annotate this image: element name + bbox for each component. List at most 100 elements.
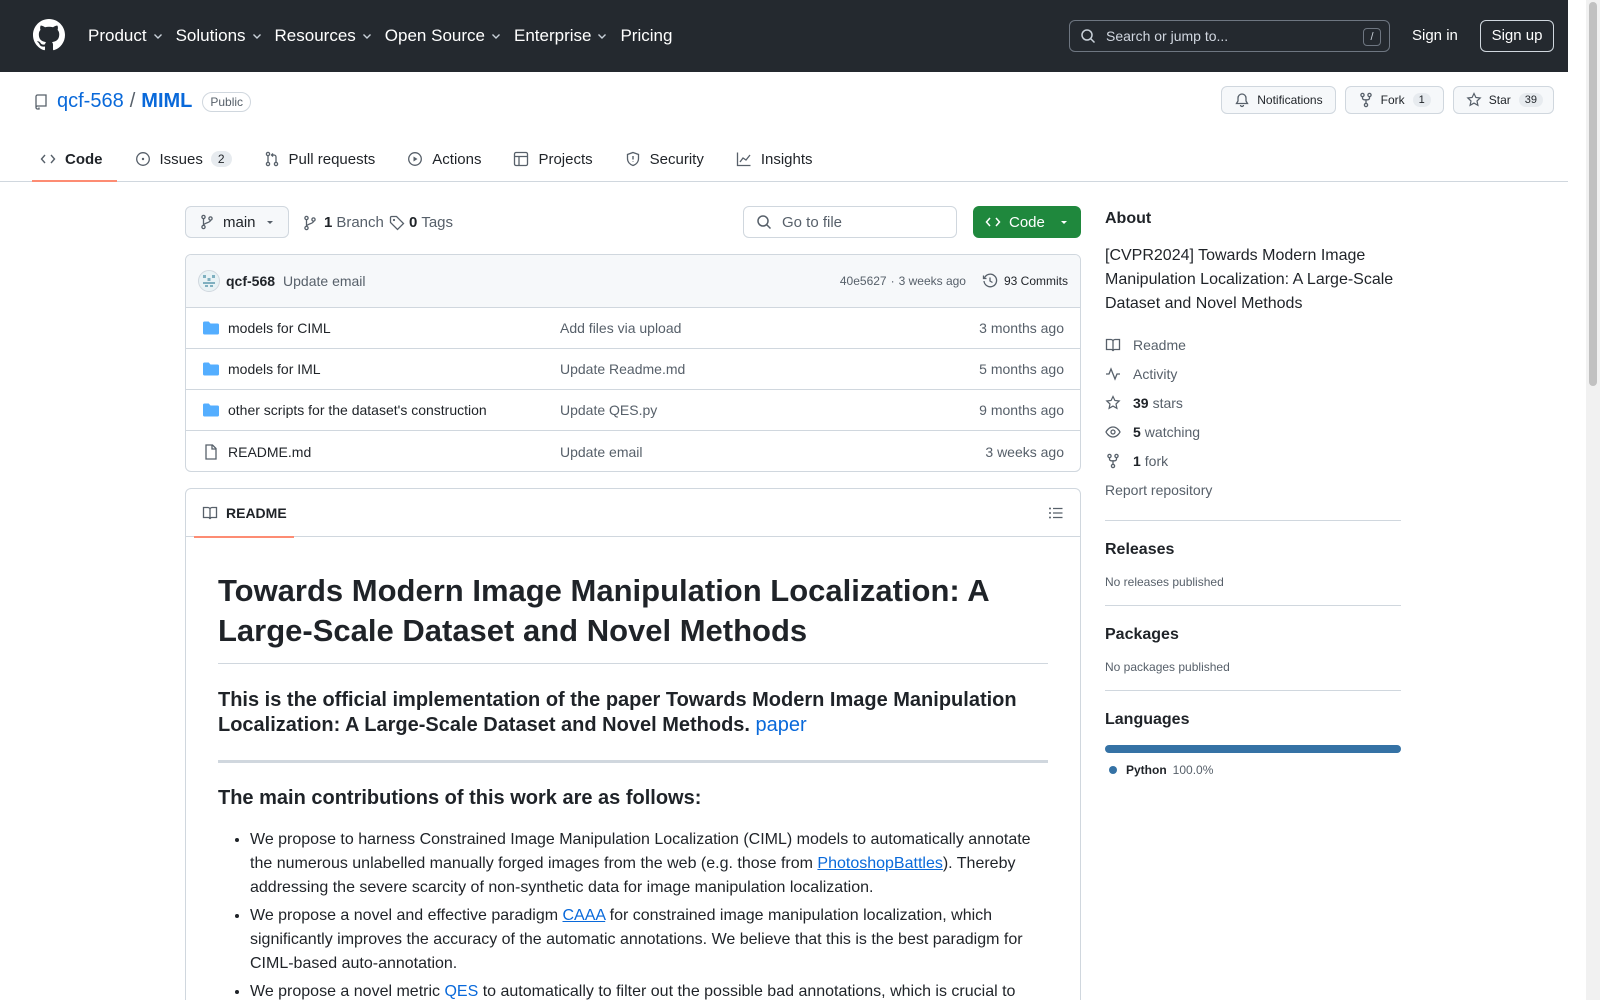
list-item: We propose to harness Constrained Image … (250, 828, 1048, 900)
sign-in-link[interactable]: Sign in (1412, 27, 1458, 44)
list-unordered-icon (1049, 507, 1063, 519)
search-icon (757, 215, 772, 230)
readme-subheading: This is the official implementation of t… (218, 688, 1048, 763)
branch-selector[interactable]: main (185, 206, 289, 238)
commits-history-link[interactable]: 93 Commits (982, 273, 1068, 289)
file-commit-message-link[interactable]: Update QES.py (560, 402, 979, 418)
github-logo-icon[interactable] (33, 19, 65, 51)
file-name-link[interactable]: models for IML (228, 361, 560, 377)
tab-issues[interactable]: Issues 2 (127, 136, 246, 182)
table-of-contents-button[interactable] (1048, 505, 1064, 521)
tab-projects[interactable]: Projects (505, 136, 606, 182)
code-dropdown-button[interactable]: Code (973, 206, 1081, 238)
activity-link[interactable]: Activity (1105, 359, 1401, 388)
commit-hash-link[interactable]: 40e5627 (840, 274, 887, 288)
star-button[interactable]: Star 39 (1452, 86, 1554, 114)
tag-icon (389, 215, 405, 230)
caaa-link[interactable]: CAAA (563, 907, 606, 924)
photoshopbattles-link[interactable]: PhotoshopBattles (817, 855, 942, 872)
commit-message-link[interactable]: Update email (283, 273, 366, 289)
visibility-badge: Public (202, 91, 252, 112)
watchers-link[interactable]: 5 watching (1105, 417, 1401, 446)
nav-solutions[interactable]: Solutions (176, 24, 263, 48)
qes-link[interactable]: QES (444, 983, 478, 1000)
eye-icon (1105, 425, 1121, 438)
contributions-list: We propose to harness Constrained Image … (218, 828, 1048, 1000)
repo-separator: / (129, 90, 136, 112)
file-age: 3 months ago (979, 320, 1064, 336)
file-table: qcf-568 Update email 40e5627 · 3 weeks a… (185, 254, 1081, 472)
packages-title[interactable]: Packages (1105, 626, 1401, 644)
file-name-link[interactable]: other scripts for the dataset's construc… (228, 402, 560, 418)
nav-enterprise[interactable]: Enterprise (514, 24, 608, 48)
tab-pull-requests[interactable]: Pull requests (256, 136, 390, 182)
tags-link[interactable]: 0 Tags (389, 214, 453, 231)
forks-link[interactable]: 1 fork (1105, 446, 1401, 475)
identicon-icon (203, 275, 215, 287)
avatar[interactable] (198, 270, 220, 292)
releases-title[interactable]: Releases (1105, 541, 1401, 559)
language-color-dot (1109, 766, 1117, 774)
nav-resources[interactable]: Resources (275, 24, 373, 48)
file-row[interactable]: models for CIML Add files via upload 3 m… (186, 308, 1080, 349)
global-search-input[interactable]: Search or jump to... / (1069, 20, 1390, 52)
global-header: Product Solutions Resources Open Source … (0, 0, 1568, 72)
file-name-link[interactable]: README.md (228, 444, 560, 460)
file-commit-message-link[interactable]: Update Readme.md (560, 361, 979, 377)
nav-pricing[interactable]: Pricing (620, 24, 672, 48)
file-row[interactable]: models for IML Update Readme.md 5 months… (186, 349, 1080, 390)
file-row[interactable]: other scripts for the dataset's construc… (186, 390, 1080, 431)
nav-product[interactable]: Product (88, 24, 164, 48)
languages-title: Languages (1105, 711, 1190, 728)
tab-security[interactable]: Security (617, 136, 718, 182)
readme-tab[interactable]: README (194, 489, 294, 538)
file-name-link[interactable]: models for CIML (228, 320, 560, 336)
branches-count: 1 (324, 214, 333, 231)
stars-label: stars (1152, 394, 1183, 411)
fork-label: fork (1144, 452, 1169, 469)
language-name: Python (1126, 763, 1167, 777)
nav-solutions-label: Solutions (175, 26, 246, 45)
sign-up-button[interactable]: Sign up (1480, 20, 1554, 52)
packages-section: Packages No packages published (1105, 605, 1401, 674)
issues-count: 2 (210, 151, 232, 167)
readme-link[interactable]: Readme (1105, 330, 1401, 359)
paper-link[interactable]: paper (756, 714, 807, 736)
folder-icon (203, 321, 219, 335)
caret-down-icon (1061, 221, 1067, 224)
notifications-button[interactable]: Notifications (1221, 86, 1336, 114)
tab-projects-label: Projects (538, 150, 593, 168)
nav-open-source[interactable]: Open Source (385, 24, 502, 48)
file-age: 5 months ago (979, 361, 1064, 377)
list-item-text: to automatically to filter out the possi… (478, 983, 1016, 1000)
go-to-file-input[interactable]: Go to file (743, 206, 957, 238)
file-commit-message-link[interactable]: Add files via upload (560, 320, 979, 336)
nav-enterprise-label: Enterprise (513, 26, 592, 45)
file-row[interactable]: README.md Update email 3 weeks ago (186, 431, 1080, 471)
commit-author-link[interactable]: qcf-568 (226, 273, 275, 289)
scrollbar-thumb[interactable] (1589, 2, 1597, 386)
branches-link[interactable]: 1 Branch (302, 214, 384, 231)
latest-commit-row: qcf-568 Update email 40e5627 · 3 weeks a… (186, 255, 1080, 308)
notifications-label: Notifications (1257, 93, 1323, 107)
branch-name: main (223, 213, 256, 231)
tab-code-label: Code (65, 150, 103, 168)
repo-owner-link[interactable]: qcf-568 (57, 90, 124, 113)
repo-actions: Notifications Fork 1 Star 39 (1221, 86, 1554, 114)
report-repository-link[interactable]: Report repository (1105, 475, 1401, 504)
repo-title: qcf-568 / MIML Public (33, 90, 252, 113)
fork-button[interactable]: Fork 1 (1344, 86, 1444, 114)
stars-count: 39 (1133, 394, 1149, 411)
tab-actions[interactable]: Actions (399, 136, 495, 182)
search-placeholder: Search or jump to... (1106, 28, 1229, 44)
languages-section: Languages Python 100.0% (1105, 690, 1401, 777)
stars-link[interactable]: 39 stars (1105, 388, 1401, 417)
language-item[interactable]: Python 100.0% (1105, 763, 1401, 777)
git-branch-icon (304, 215, 316, 230)
tab-insights[interactable]: Insights (728, 136, 827, 182)
readme-subheading-text: This is the official implementation of t… (218, 689, 1017, 736)
repo-name-link[interactable]: MIML (141, 90, 192, 113)
file-commit-message-link[interactable]: Update email (560, 444, 985, 460)
tab-code[interactable]: Code (32, 136, 117, 182)
code-icon (40, 154, 56, 164)
